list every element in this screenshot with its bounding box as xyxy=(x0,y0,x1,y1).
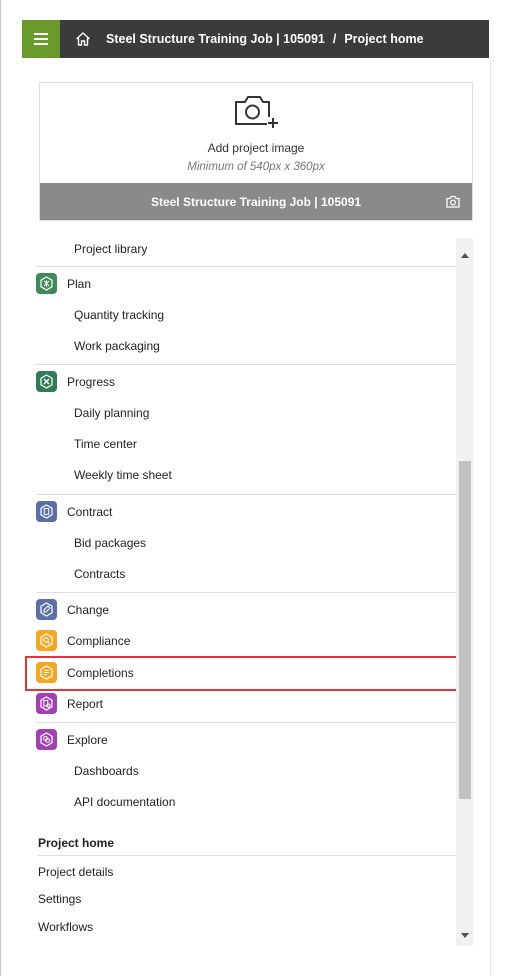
breadcrumb: Steel Structure Training Job | 105091 / … xyxy=(106,32,424,46)
nav-category-explore[interactable]: Explore xyxy=(22,724,456,755)
nav-item-daily-planning[interactable]: Daily planning xyxy=(22,397,456,428)
nav-item-label: Project library xyxy=(74,241,148,256)
compliance-icon xyxy=(36,630,57,651)
nav-item-label: Work packaging xyxy=(74,338,160,353)
nav-item-contracts[interactable]: Contracts xyxy=(22,558,456,589)
nav-item-weekly-time-sheet[interactable]: Weekly time sheet xyxy=(22,459,456,490)
scroll-up-icon[interactable] xyxy=(456,248,473,262)
camera-icon[interactable] xyxy=(446,195,460,208)
frame-divider xyxy=(490,62,491,976)
nav-item-settings[interactable]: Settings xyxy=(38,892,81,906)
min-size-label: Minimum of 540px x 360px xyxy=(187,161,325,173)
scrollbar-thumb[interactable] xyxy=(459,461,471,799)
divider xyxy=(36,722,456,723)
nav-category-plan[interactable]: Plan xyxy=(22,268,456,299)
breadcrumb-separator: / xyxy=(332,32,337,46)
section-heading-project-home: Project home xyxy=(38,836,115,850)
nav-category-compliance[interactable]: Compliance xyxy=(22,625,456,656)
breadcrumb-page: Project home xyxy=(344,32,424,46)
nav-category-contract[interactable]: Contract xyxy=(22,496,456,527)
highlight-box xyxy=(25,656,458,691)
nav-item-quantity-tracking[interactable]: Quantity tracking xyxy=(22,299,456,330)
scroll-down-icon[interactable] xyxy=(456,928,473,942)
divider xyxy=(36,494,456,495)
nav-item-time-center[interactable]: Time center xyxy=(22,428,456,459)
nav-item-label: Dashboards xyxy=(74,763,139,778)
nav-category-report[interactable]: Report xyxy=(22,688,456,719)
nav-category-progress[interactable]: Progress xyxy=(22,366,456,397)
top-bar: Steel Structure Training Job | 105091 / … xyxy=(22,20,489,58)
nav-item-work-packaging[interactable]: Work packaging xyxy=(22,330,456,361)
nav-item-label: API documentation xyxy=(74,794,176,809)
divider xyxy=(36,364,456,365)
nav-item-label: Time center xyxy=(74,436,137,451)
project-name: Steel Structure Training Job | 105091 xyxy=(150,194,362,209)
nav-category-label: Plan xyxy=(67,276,92,291)
nav-category-label: Explore xyxy=(67,732,108,747)
nav-item-dashboards[interactable]: Dashboards xyxy=(22,755,456,786)
report-icon xyxy=(36,693,57,714)
nav-item-api-documentation[interactable]: API documentation xyxy=(22,786,456,817)
explore-icon xyxy=(36,729,57,750)
nav-category-label: Progress xyxy=(67,374,116,389)
divider xyxy=(36,266,456,267)
nav-item-project-details[interactable]: Project details xyxy=(38,865,113,879)
project-image-card: Add project image Minimum of 540px x 360… xyxy=(39,82,473,221)
nav-item-bid-packages[interactable]: Bid packages xyxy=(22,527,456,558)
nav-category-label: Contract xyxy=(67,504,113,519)
nav-item-project-library[interactable]: Project library xyxy=(22,238,456,264)
breadcrumb-project[interactable]: Steel Structure Training Job | 105091 xyxy=(106,32,325,46)
divider xyxy=(36,592,456,593)
plan-icon xyxy=(36,273,57,294)
progress-icon xyxy=(36,371,57,392)
nav-item-workflows[interactable]: Workflows xyxy=(38,920,93,934)
change-icon xyxy=(36,599,57,620)
add-project-image-area[interactable]: Add project image Minimum of 540px x 360… xyxy=(40,83,472,183)
project-name-bar: Steel Structure Training Job | 105091 xyxy=(40,183,472,220)
divider xyxy=(38,855,456,856)
nav-item-label: Weekly time sheet xyxy=(74,467,172,482)
hamburger-icon[interactable] xyxy=(22,20,60,58)
nav-category-label: Compliance xyxy=(67,633,131,648)
nav-item-label: Contracts xyxy=(74,566,126,581)
nav-item-label: Bid packages xyxy=(74,535,147,550)
nav-category-label: Report xyxy=(67,696,104,711)
nav-item-label: Daily planning xyxy=(74,405,150,420)
nav-category-change[interactable]: Change xyxy=(22,594,456,625)
project-nav: Project library Plan Quantity tracking W… xyxy=(22,238,456,946)
nav-category-label: Change xyxy=(67,602,110,617)
nav-item-label: Quantity tracking xyxy=(74,307,165,322)
add-image-label: Add project image xyxy=(207,141,305,155)
home-icon[interactable] xyxy=(68,20,98,58)
contract-icon xyxy=(36,501,57,522)
camera-plus-icon xyxy=(235,96,279,129)
